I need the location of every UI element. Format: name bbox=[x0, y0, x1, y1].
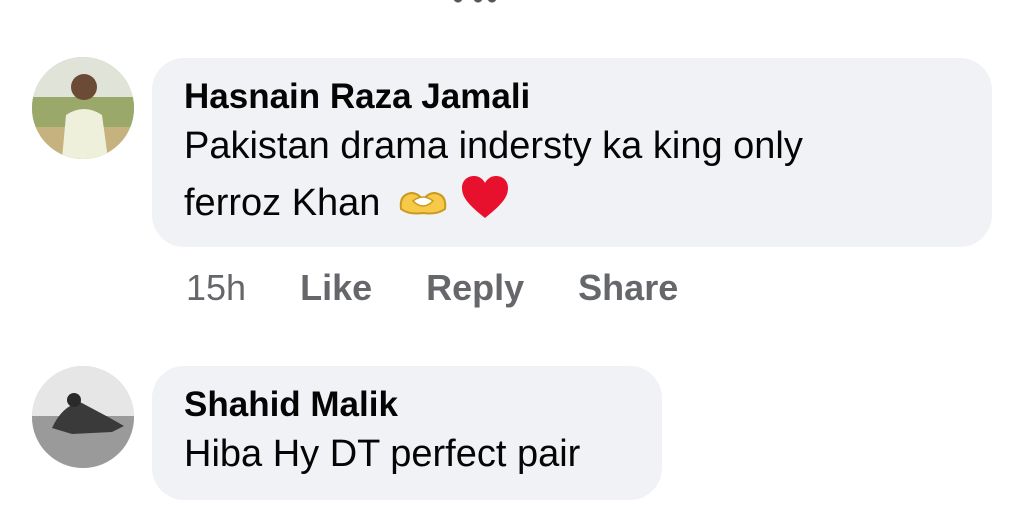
reply-button[interactable]: Reply bbox=[426, 268, 524, 308]
comment-actions: 15h Like Reply Share bbox=[186, 268, 732, 308]
avatar[interactable] bbox=[32, 366, 134, 468]
comment-author[interactable]: Hasnain Raza Jamali bbox=[184, 76, 960, 118]
comment-text-segment: ferroz Khan bbox=[184, 182, 381, 225]
comment-bubble: Hasnain Raza Jamali Pakistan drama inder… bbox=[152, 58, 992, 247]
red-heart-icon bbox=[460, 174, 510, 236]
comment-timestamp[interactable]: 15h bbox=[186, 268, 246, 308]
previous-comment-fragment bbox=[452, 0, 512, 6]
share-button[interactable]: Share bbox=[578, 268, 678, 308]
heart-hands-icon bbox=[397, 177, 449, 233]
comment-author[interactable]: Shahid Malik bbox=[184, 384, 630, 426]
comment-text-line: ferroz Khan bbox=[184, 174, 960, 236]
avatar-photo-icon bbox=[32, 57, 134, 159]
like-button[interactable]: Like bbox=[300, 268, 372, 308]
comment-bubble: Shahid Malik Hiba Hy DT perfect pair bbox=[152, 366, 662, 500]
avatar[interactable] bbox=[32, 57, 134, 159]
avatar-photo-icon bbox=[32, 366, 134, 468]
comment-text-line: Hiba Hy DT perfect pair bbox=[184, 433, 581, 475]
comment-text-line: Pakistan drama indersty ka king only bbox=[184, 125, 803, 167]
